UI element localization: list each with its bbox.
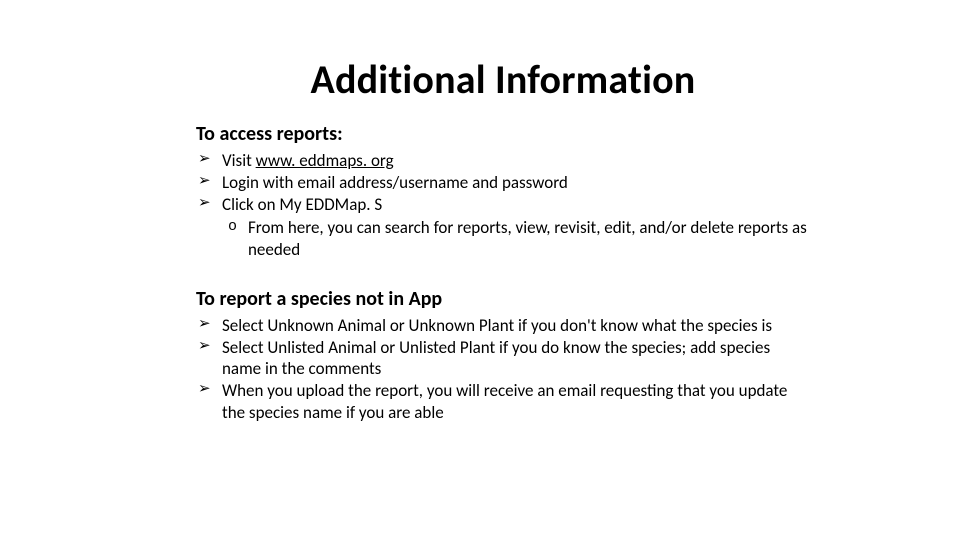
section-heading-report: To report a species not in App	[196, 287, 810, 311]
list-item: Login with email address/username and pa…	[196, 172, 810, 194]
list-item-text: Select Unlisted Animal or Unlisted Plant…	[222, 337, 770, 380]
report-species-list: Select Unknown Animal or Unknown Plant i…	[196, 315, 810, 424]
section-heading-access: To access reports:	[196, 122, 810, 146]
list-item: Select Unlisted Animal or Unlisted Plant…	[196, 337, 810, 381]
slide-title: Additional Information	[196, 55, 810, 104]
list-item-text: Login with email address/username and pa…	[222, 172, 568, 193]
list-item-text: Click on My EDDMap. S	[222, 194, 382, 215]
list-item-text: Visit	[222, 150, 256, 171]
sub-list: From here, you can search for reports, v…	[222, 217, 810, 261]
list-item-text: From here, you can search for reports, v…	[248, 217, 807, 260]
list-item-text: Select Unknown Animal or Unknown Plant i…	[222, 315, 772, 336]
list-item: From here, you can search for reports, v…	[222, 217, 810, 261]
slide: Additional Information To access reports…	[0, 0, 960, 464]
eddmaps-link[interactable]: www. eddmaps. org	[256, 150, 394, 171]
list-item-text: When you upload the report, you will rec…	[222, 380, 787, 423]
list-item: Click on My EDDMap. S From here, you can…	[196, 194, 810, 261]
list-item: When you upload the report, you will rec…	[196, 380, 810, 424]
list-item: Visit www. eddmaps. org	[196, 150, 810, 172]
access-reports-list: Visit www. eddmaps. org Login with email…	[196, 150, 810, 261]
list-item: Select Unknown Animal or Unknown Plant i…	[196, 315, 810, 337]
